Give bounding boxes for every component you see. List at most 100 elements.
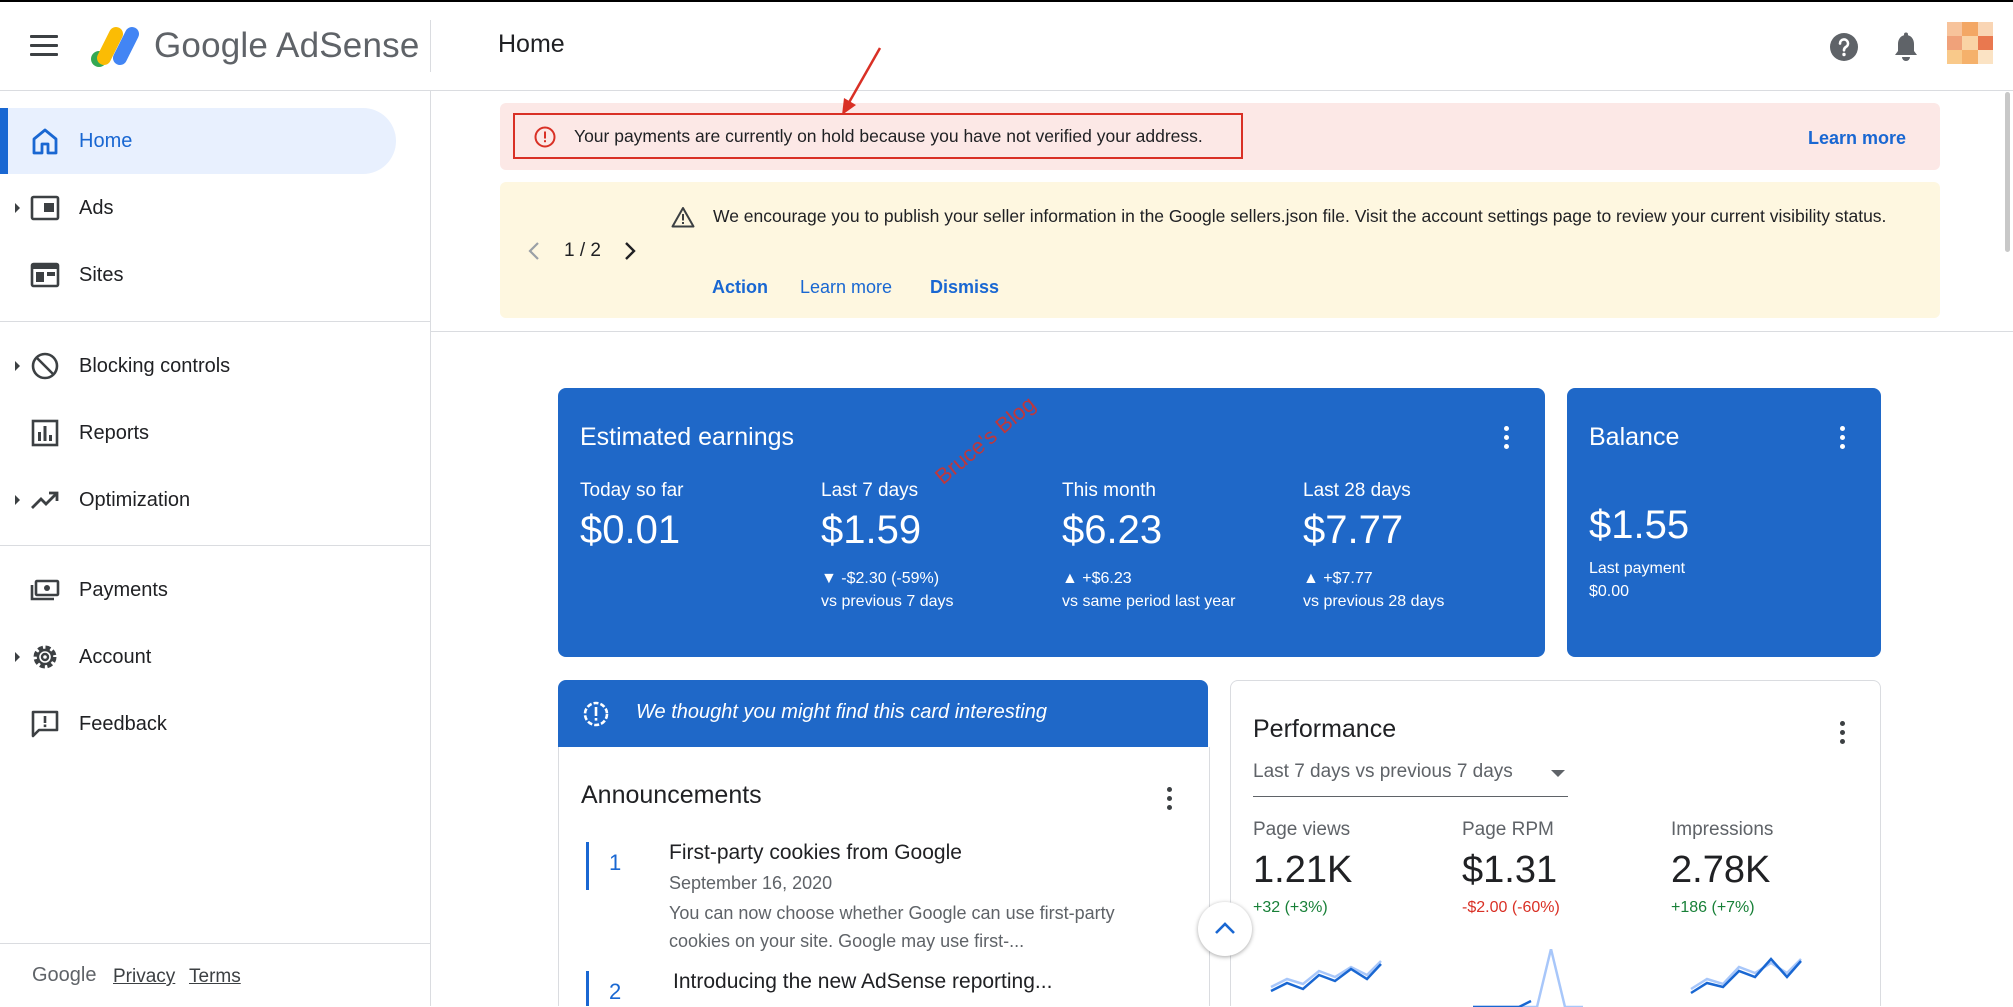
announcements-card: Announcements 1 First-party cookies from… — [558, 747, 1210, 1006]
perf-metric-value: 2.78K — [1671, 849, 1771, 891]
alert-dismiss-link[interactable]: Dismiss — [930, 277, 999, 298]
privacy-link[interactable]: Privacy — [113, 966, 175, 988]
annotation-arrow-icon — [842, 47, 882, 115]
balance-more-options-icon[interactable] — [1838, 426, 1846, 452]
terms-link[interactable]: Terms — [189, 966, 241, 988]
earnings-card-title: Estimated earnings — [580, 423, 795, 451]
sidebar-item-sites[interactable]: Sites — [0, 242, 396, 308]
feedback-icon — [31, 710, 59, 738]
metric-value: $0.01 — [580, 508, 681, 552]
expand-caret-icon — [15, 652, 20, 662]
announcements-title: Announcements — [581, 781, 762, 809]
performance-title: Performance — [1253, 715, 1397, 743]
perf-metric-label: Page RPM — [1462, 819, 1554, 840]
performance-range-select[interactable]: Last 7 days vs previous 7 days — [1253, 761, 1568, 797]
perf-metric-value: 1.21K — [1253, 849, 1353, 891]
account-avatar[interactable] — [1947, 22, 1993, 64]
earnings-more-options-icon[interactable] — [1502, 426, 1510, 452]
page-rpm-sparkline — [1473, 949, 1583, 1007]
performance-more-options-icon[interactable] — [1838, 721, 1846, 747]
perf-metric-change: +186 (+7%) — [1671, 899, 1755, 916]
menu-icon[interactable] — [30, 35, 58, 57]
earnings-metric-last-28-days: Last 28 days $7.77 ▲ +$7.77 vs previous … — [1303, 480, 1444, 613]
expand-caret-icon — [15, 203, 20, 213]
sidebar-item-label: Reports — [79, 421, 150, 444]
trending-up-icon — [31, 491, 59, 509]
sidebar-item-reports[interactable]: Reports — [0, 400, 396, 466]
sidebar-item-label: Home — [79, 129, 133, 152]
perf-metric-change: +32 (+3%) — [1253, 899, 1328, 916]
alert-pager-count: 1 / 2 — [564, 240, 601, 261]
dropdown-caret-icon — [1551, 770, 1565, 777]
sidebar-item-label: Account — [79, 645, 152, 668]
chevron-right-icon[interactable] — [622, 240, 638, 262]
product-logo-text: Google AdSense — [154, 26, 420, 65]
metric-compare: vs previous 28 days — [1303, 593, 1445, 610]
sidebar-item-label: Optimization — [79, 488, 191, 511]
last-payment-value: $0.00 — [1589, 583, 1630, 600]
metric-compare: vs same period last year — [1062, 593, 1236, 610]
interesting-card-text: We thought you might find this card inte… — [636, 701, 1047, 723]
sidebar-item-payments[interactable]: Payments — [0, 557, 396, 623]
perf-metric-label: Impressions — [1671, 819, 1774, 840]
chevron-up-icon — [1215, 922, 1235, 934]
sidebar-item-label: Payments — [79, 578, 168, 601]
performance-range-value: Last 7 days vs previous 7 days — [1253, 761, 1513, 782]
announcement-number: 2 — [609, 979, 622, 1004]
payment-hold-message: Your payments are currently on hold beca… — [574, 126, 1203, 146]
metric-change: ▲ +$6.23 — [1062, 570, 1132, 587]
help-icon[interactable] — [1829, 32, 1859, 62]
alert-action-link[interactable]: Action — [712, 277, 768, 298]
lightbulb-badge-icon — [583, 701, 609, 727]
metric-compare: vs previous 7 days — [821, 593, 954, 610]
announcement-marker — [586, 971, 589, 1006]
announcements-more-options-icon[interactable] — [1165, 787, 1173, 813]
expand-caret-icon — [15, 361, 20, 371]
sites-icon — [30, 262, 60, 288]
interesting-card-banner: We thought you might find this card inte… — [558, 680, 1208, 747]
perf-metric-change: -$2.00 (-60%) — [1462, 899, 1560, 916]
performance-card: Performance Last 7 days vs previous 7 da… — [1230, 680, 1881, 1007]
metric-value: $6.23 — [1062, 508, 1163, 552]
balance-card: Balance $1.55 Last payment $0.00 — [1567, 388, 1881, 657]
balance-value: $1.55 — [1589, 503, 1690, 547]
metric-label: Today so far — [580, 480, 684, 501]
payment-hold-learn-more-link[interactable]: Learn more — [1808, 128, 1906, 149]
sidebar-item-feedback[interactable]: Feedback — [0, 691, 396, 757]
error-icon — [534, 126, 556, 148]
metric-value: $1.59 — [821, 508, 922, 552]
adsense-logo-icon — [91, 27, 139, 67]
notifications-bell-icon[interactable] — [1891, 32, 1921, 64]
announcement-title-link[interactable]: Introducing the new AdSense reporting... — [673, 970, 1052, 994]
content-divider — [431, 331, 2013, 332]
chevron-left-icon[interactable] — [526, 240, 542, 262]
sidebar-item-optimization[interactable]: Optimization — [0, 467, 396, 533]
metric-change: ▼ -$2.30 (-59%) — [821, 570, 940, 587]
home-icon — [32, 128, 58, 155]
metric-label: Last 28 days — [1303, 480, 1411, 501]
estimated-earnings-card: Estimated earnings Today so far $0.01 La… — [558, 388, 1545, 657]
sidebar-item-blocking-controls[interactable]: Blocking controls — [0, 333, 396, 399]
sidebar-divider — [0, 545, 430, 546]
header-divider — [430, 20, 431, 72]
app-header: Google AdSense Home — [0, 2, 2013, 91]
sidebar-item-ads[interactable]: Ads — [0, 175, 396, 241]
alert-learn-more-link[interactable]: Learn more — [800, 277, 892, 298]
sidebar-item-home[interactable]: Home — [0, 108, 396, 174]
earnings-metric-this-month: This month $6.23 ▲ +$6.23 vs same period… — [1062, 480, 1235, 613]
earnings-metric-today: Today so far $0.01 — [580, 480, 684, 567]
announcement-marker — [586, 842, 589, 890]
page-scrollbar[interactable] — [2005, 92, 2010, 252]
announcement-body: You can now choose whether Google can us… — [669, 903, 1115, 951]
scroll-to-top-button[interactable] — [1198, 902, 1252, 956]
perf-metric-value: $1.31 — [1462, 849, 1558, 891]
announcement-title-link[interactable]: First-party cookies from Google — [669, 841, 962, 865]
sidebar-divider — [0, 321, 430, 322]
metric-label: This month — [1062, 480, 1156, 501]
metric-change: ▲ +$7.77 — [1303, 570, 1373, 587]
announcement-date: September 16, 2020 — [669, 873, 833, 893]
block-icon — [31, 352, 59, 380]
metric-value: $7.77 — [1303, 508, 1404, 552]
page-views-sparkline — [1270, 960, 1382, 993]
sidebar-item-account[interactable]: Account — [0, 624, 396, 690]
